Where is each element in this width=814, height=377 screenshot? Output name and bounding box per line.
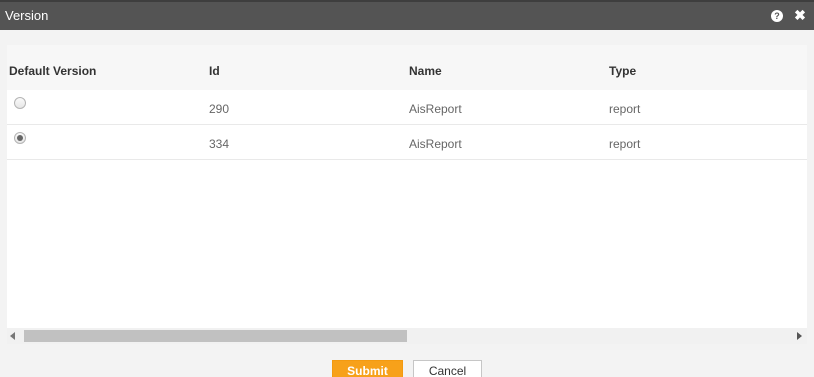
row-type: report bbox=[609, 137, 641, 151]
row-name: AisReport bbox=[409, 137, 462, 151]
row-type: report bbox=[609, 102, 641, 116]
row-name: AisReport bbox=[409, 102, 462, 116]
version-grid: Default Version Id Name Type 290 AisRepo… bbox=[7, 45, 807, 328]
scroll-left-icon[interactable] bbox=[10, 332, 15, 340]
grid-header: Default Version Id Name Type bbox=[7, 45, 807, 90]
horizontal-scrollbar[interactable] bbox=[7, 328, 807, 344]
dialog-title: Version bbox=[5, 8, 49, 23]
default-version-radio[interactable] bbox=[14, 97, 26, 109]
cancel-button[interactable]: Cancel bbox=[413, 360, 482, 377]
row-id: 290 bbox=[209, 102, 230, 116]
header-type[interactable]: Type bbox=[609, 64, 636, 78]
close-icon[interactable]: ✖ bbox=[794, 7, 806, 23]
header-name[interactable]: Name bbox=[409, 64, 442, 78]
default-version-radio[interactable] bbox=[14, 132, 26, 144]
radio-selected-dot bbox=[17, 135, 23, 141]
help-icon[interactable]: ? bbox=[771, 10, 783, 22]
table-row[interactable]: 290 AisReport report bbox=[7, 90, 807, 125]
row-id: 334 bbox=[209, 137, 230, 151]
dialog-titlebar: Version ? ✖ bbox=[0, 0, 814, 30]
background-strip bbox=[0, 0, 814, 2]
table-row[interactable]: 334 AisReport report bbox=[7, 125, 807, 160]
scrollbar-thumb[interactable] bbox=[24, 330, 407, 342]
header-id[interactable]: Id bbox=[209, 64, 220, 78]
header-default-version[interactable]: Default Version bbox=[9, 64, 96, 78]
scroll-right-icon[interactable] bbox=[797, 332, 802, 340]
submit-button[interactable]: Submit bbox=[332, 360, 403, 377]
